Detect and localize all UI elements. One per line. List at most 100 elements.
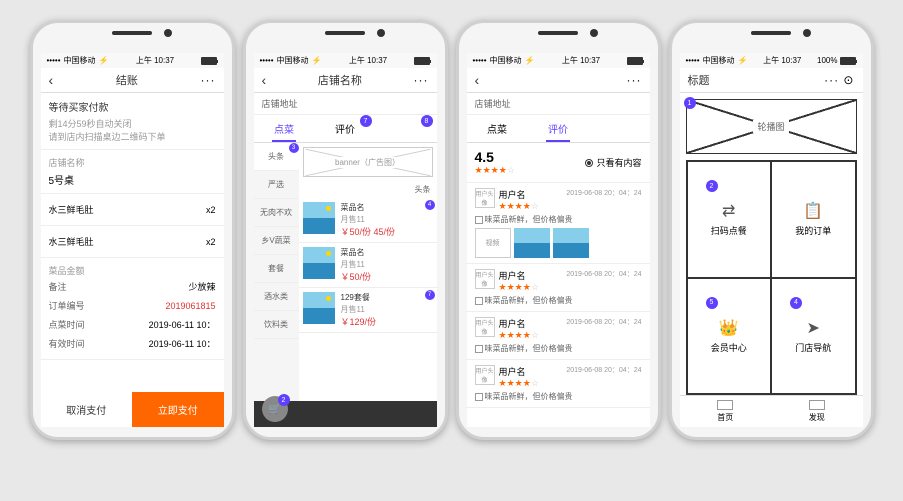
back-icon[interactable]: ‹ bbox=[475, 72, 480, 88]
section-label: 头条 bbox=[299, 181, 437, 198]
order-no: 2019061815 bbox=[165, 301, 215, 311]
review-date: 2019-06-08 20：04：24 bbox=[566, 317, 641, 327]
order-icon: 📋 bbox=[803, 201, 823, 221]
reviewer-name: 用户名 bbox=[499, 317, 539, 330]
reviewer-name: 用户名 bbox=[499, 188, 539, 201]
nav-bar: ‹ 结账 ··· bbox=[41, 68, 224, 93]
rating-stars: ★★★★☆ bbox=[475, 165, 515, 176]
review-comment: 味菜品新鲜，但价格偏贵 bbox=[475, 391, 642, 402]
arrow-icon: ➤ bbox=[807, 318, 820, 338]
tab-more[interactable]: 8 bbox=[376, 115, 437, 142]
crown-icon: 👑 bbox=[719, 318, 739, 338]
carrier: 中国移动 bbox=[64, 55, 96, 66]
more-icon[interactable]: ··· bbox=[413, 73, 428, 87]
menu-cat[interactable]: 酒水类 bbox=[254, 283, 299, 311]
tab-review[interactable]: 评价7 bbox=[315, 115, 376, 142]
checkbox-icon[interactable] bbox=[475, 393, 483, 401]
radio-icon bbox=[585, 159, 593, 167]
rating-score: 4.5 bbox=[475, 149, 515, 165]
order-item: 水三鲜毛肚x2 bbox=[49, 200, 216, 219]
review-date: 2019-06-08 20：04：24 bbox=[566, 269, 641, 279]
phone-checkout: •••••中国移动⚡ 上午 10:37 ‹ 结账 ··· 等待买家付款 剩14分… bbox=[30, 20, 235, 440]
grid-scan[interactable]: 2⇄扫码点餐 bbox=[687, 161, 772, 278]
order-time: 2019-06-11 10： bbox=[149, 318, 216, 331]
dish-image bbox=[303, 202, 335, 234]
menu-cat[interactable]: 严选 bbox=[254, 171, 299, 199]
avatar: 用户头像 bbox=[475, 365, 495, 385]
review-image[interactable] bbox=[553, 228, 589, 258]
note-label: 备注 bbox=[49, 280, 67, 293]
more-icon[interactable]: ··· ⊙ bbox=[824, 73, 854, 87]
menu-cat[interactable]: 头条3 bbox=[254, 143, 299, 171]
checkbox-icon[interactable] bbox=[475, 216, 483, 224]
review-comment: 味菜品新鲜，但价格偏贵 bbox=[475, 214, 642, 225]
discover-icon bbox=[809, 400, 825, 410]
dish-image bbox=[303, 247, 335, 279]
rating-header: 4.5★★★★☆ 只看有内容 bbox=[467, 143, 650, 183]
status-bar: •••••中国移动⚡ 上午 10:37 bbox=[41, 53, 224, 68]
more-icon[interactable]: ··· bbox=[200, 73, 215, 87]
page-title: 结账 bbox=[116, 72, 138, 88]
store-address: 店铺地址 bbox=[254, 93, 437, 115]
review-item: 用户头像用户名★★★★☆2019-06-08 20：04：24味菜品新鲜，但价格… bbox=[467, 312, 650, 360]
order-no-label: 订单编号 bbox=[49, 299, 85, 312]
review-image[interactable] bbox=[514, 228, 550, 258]
cancel-button[interactable]: 取消支付 bbox=[41, 392, 133, 427]
dish-item[interactable]: 菜品名月售11￥50/份 bbox=[299, 243, 437, 288]
bottom-tab-discover[interactable]: 发现 bbox=[771, 396, 863, 427]
tab-review[interactable]: 评价 bbox=[528, 115, 589, 142]
menu-cat[interactable]: 饮料类 bbox=[254, 311, 299, 339]
status-bar: •••••中国移动⚡ 上午 10:37 bbox=[254, 53, 437, 68]
cart-icon[interactable]: 🛒2 bbox=[262, 396, 288, 422]
cart-bar[interactable]: 🛒2 bbox=[254, 401, 437, 427]
review-comment: 味菜品新鲜，但价格偏贵 bbox=[475, 295, 642, 306]
video-thumb[interactable]: 视频 bbox=[475, 228, 511, 258]
menu-cat[interactable]: 乡V蔬菜 bbox=[254, 227, 299, 255]
review-stars: ★★★★☆ bbox=[499, 378, 539, 389]
grid-nav[interactable]: 4➤门店导航 bbox=[771, 278, 856, 395]
valid-label: 有效时间 bbox=[49, 337, 85, 350]
wait-text: 等待买家付款 bbox=[49, 99, 216, 114]
banner[interactable]: banner（广告图） bbox=[303, 147, 433, 177]
tab-more[interactable] bbox=[589, 115, 650, 142]
countdown: 剩14分59秒自动关闭 bbox=[49, 117, 216, 130]
dish-image bbox=[303, 292, 335, 324]
reviewer-name: 用户名 bbox=[499, 365, 539, 378]
phone-reviews: •••••中国移动⚡上午 10:37 ‹··· 店铺地址 点菜评价 4.5★★★… bbox=[456, 20, 661, 440]
dish-item[interactable]: 129套餐月售11￥129/份7 bbox=[299, 288, 437, 333]
checkbox-icon[interactable] bbox=[475, 297, 483, 305]
grid-member[interactable]: 5👑会员中心 bbox=[687, 278, 772, 395]
carousel[interactable]: 1轮播图 bbox=[686, 99, 857, 154]
page-title: 标题 bbox=[688, 72, 710, 88]
avatar: 用户头像 bbox=[475, 269, 495, 289]
review-item: 用户头像用户名★★★★☆ 2019-06-08 20：04：24 味菜品新鲜，但价格… bbox=[467, 264, 650, 312]
tabs: 点菜 评价7 8 bbox=[254, 115, 437, 143]
store-address: 店铺地址 bbox=[467, 93, 650, 115]
back-icon[interactable]: ‹ bbox=[49, 72, 54, 88]
menu-cat[interactable]: 无肉不欢 bbox=[254, 199, 299, 227]
avatar: 用户头像 bbox=[475, 188, 495, 208]
review-stars: ★★★★☆ bbox=[499, 282, 539, 293]
tab-menu[interactable]: 点菜 bbox=[467, 115, 528, 142]
menu-cat[interactable]: 套餐 bbox=[254, 255, 299, 283]
tab-menu[interactable]: 点菜 bbox=[254, 115, 315, 142]
grid-orders[interactable]: 📋我的订单 bbox=[771, 161, 856, 278]
phone-home: •••••中国移动⚡上午 10:37100% 标题··· ⊙ 1轮播图 2⇄扫码… bbox=[669, 20, 874, 440]
store-label: 店铺名称 bbox=[49, 156, 216, 169]
more-icon[interactable]: ··· bbox=[626, 73, 641, 87]
content-only-radio[interactable]: 只看有内容 bbox=[585, 156, 641, 169]
bottom-tab-home[interactable]: 首页 bbox=[680, 396, 772, 427]
pay-button[interactable]: 立即支付 bbox=[132, 392, 224, 427]
phone-menu: •••••中国移动⚡ 上午 10:37 ‹ 店铺名称 ··· 店铺地址 点菜 评… bbox=[243, 20, 448, 440]
dish-item[interactable]: 菜品名月售11￥50/份 45/份4 bbox=[299, 198, 437, 243]
review-comment: 味菜品新鲜，但价格偏贵 bbox=[475, 343, 642, 354]
review-item: 用户头像用户名★★★★☆2019-06-08 20：04：24味菜品新鲜，但价格… bbox=[467, 360, 650, 408]
review-date: 2019-06-08 20：04：24 bbox=[566, 188, 641, 198]
back-icon[interactable]: ‹ bbox=[262, 72, 267, 88]
review-stars: ★★★★☆ bbox=[499, 330, 539, 341]
checkbox-icon[interactable] bbox=[475, 345, 483, 353]
reviewer-name: 用户名 bbox=[499, 269, 539, 282]
scan-hint: 请到店内扫描桌边二维码下单 bbox=[49, 130, 216, 143]
order-item: 水三鲜毛肚x2 bbox=[49, 232, 216, 251]
total-label: 菜品金额 bbox=[49, 264, 216, 277]
